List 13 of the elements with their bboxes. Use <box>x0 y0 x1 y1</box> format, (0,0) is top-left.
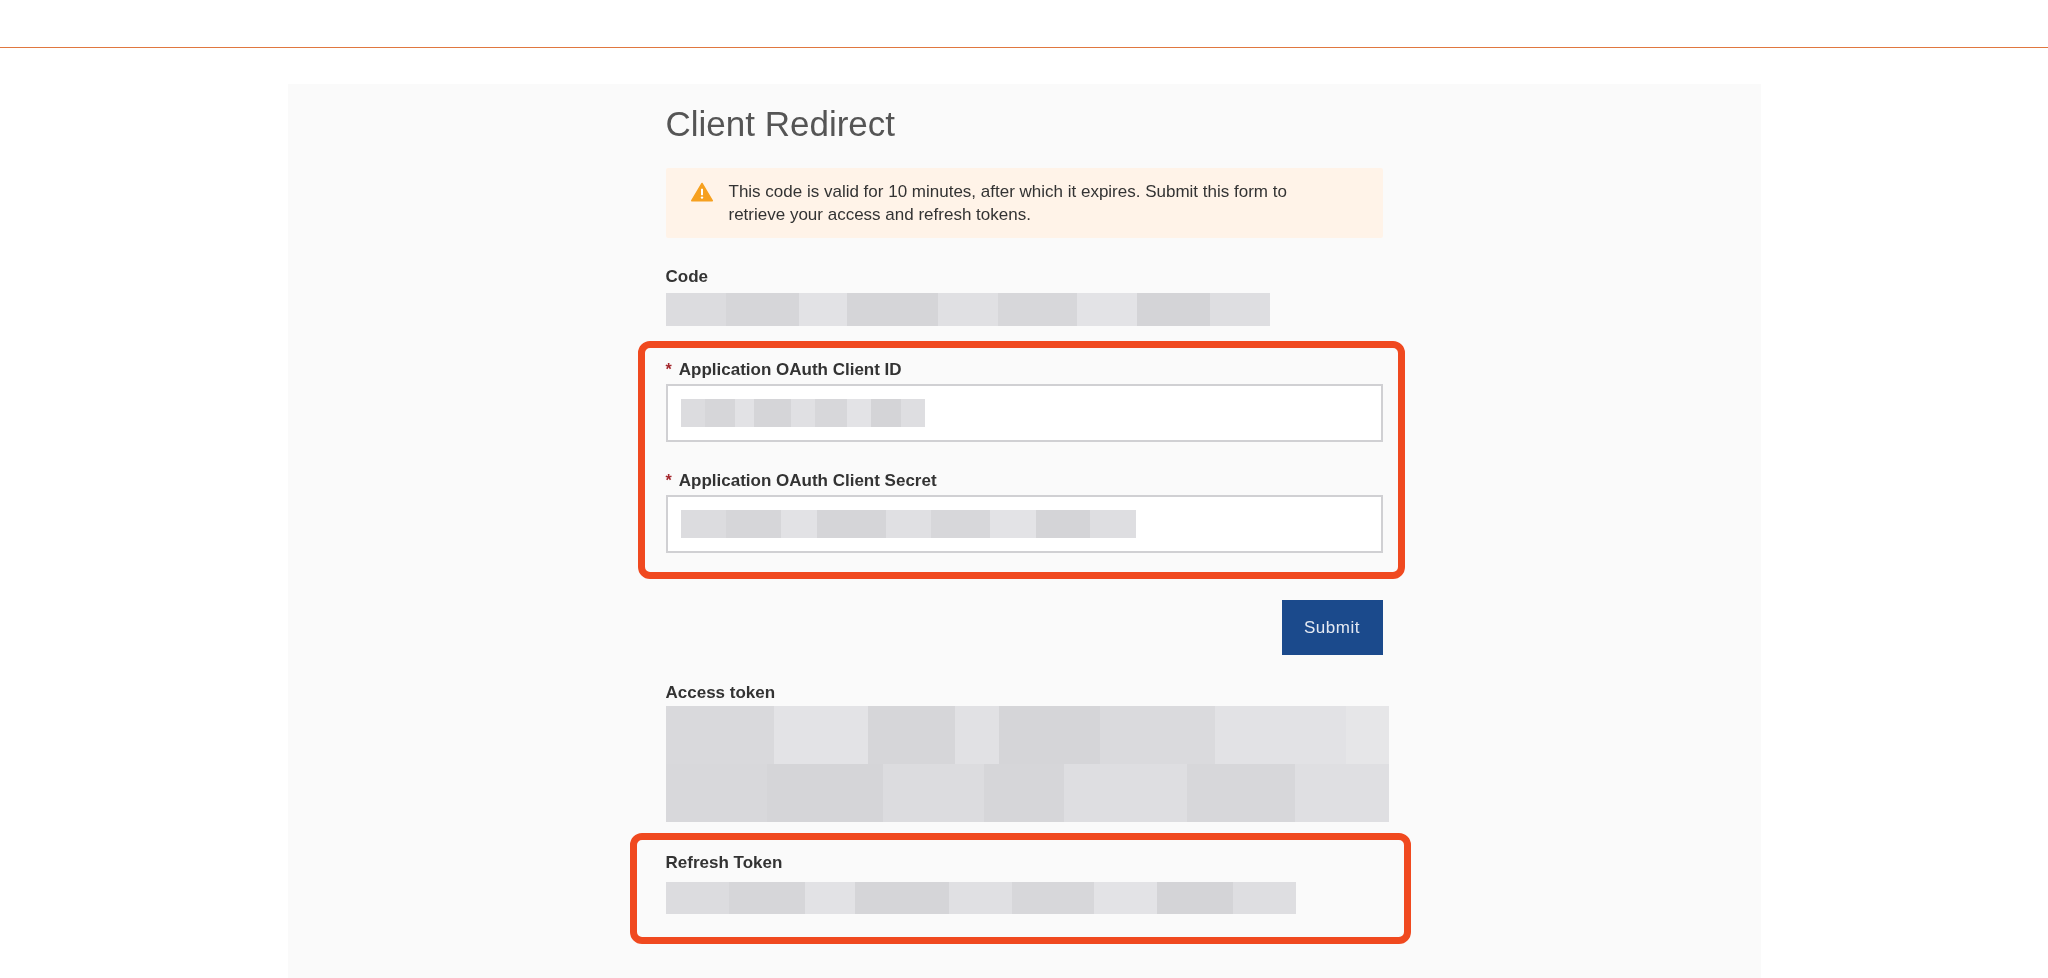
field-label: Refresh Token <box>665 852 783 873</box>
submit-button[interactable]: Submit <box>1281 600 1383 655</box>
required-mark: * <box>665 360 672 380</box>
alert-message: This code is valid for 10 minutes, after which it expires. Submit this form to retrieve your access and refresh tokens. <box>728 181 1288 226</box>
field-label: Application OAuth Client Secret <box>678 470 937 491</box>
warning-icon <box>690 182 713 202</box>
field-label: Application OAuth Client ID <box>678 359 902 380</box>
text-input-field[interactable] <box>665 495 1383 553</box>
field-label: Code <box>665 266 708 287</box>
required-mark: * <box>665 471 672 491</box>
text-input-field[interactable] <box>665 384 1383 442</box>
page-title: Client Redirect <box>665 104 896 144</box>
field-label: Access token <box>665 682 776 703</box>
